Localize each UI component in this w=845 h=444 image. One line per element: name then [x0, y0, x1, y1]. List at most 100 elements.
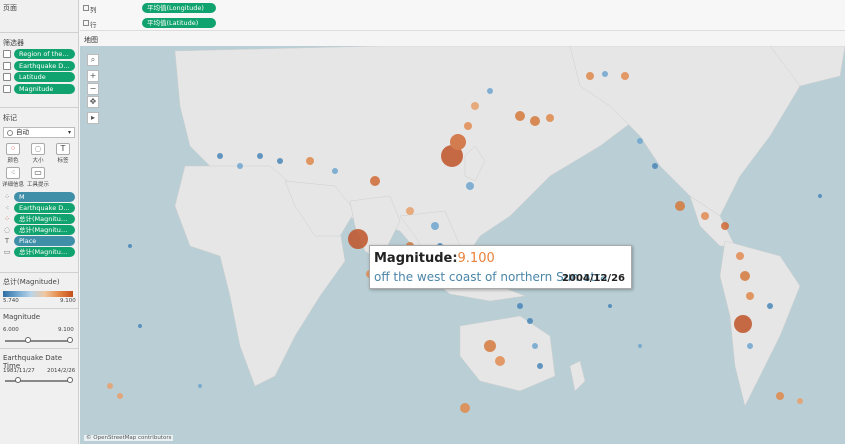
quake-point[interactable]	[532, 343, 538, 349]
filter-label: Region of the W...	[14, 49, 75, 59]
filter-label: Magnitude	[14, 84, 75, 94]
label-button-label: 标签	[57, 158, 69, 164]
quake-point[interactable]	[306, 157, 314, 165]
columns-pill[interactable]: 平均值(Longitude)	[142, 3, 216, 13]
quake-point[interactable]	[117, 393, 123, 399]
tooltip-button[interactable]: ▭ 工具提示	[27, 166, 49, 188]
quake-point[interactable]	[237, 163, 243, 169]
quake-point[interactable]	[198, 384, 202, 388]
quake-point[interactable]	[621, 72, 629, 80]
mark-field-pill: M	[14, 192, 75, 202]
date-slider[interactable]	[5, 377, 73, 383]
columns-label: 列	[90, 6, 97, 14]
quake-point[interactable]	[546, 114, 554, 122]
quake-point[interactable]	[217, 153, 223, 159]
mark-field-row[interactable]: ⁘ M	[3, 192, 75, 202]
quake-point[interactable]	[675, 201, 685, 211]
rows-pill[interactable]: 平均值(Latitude)	[142, 18, 216, 28]
quake-point[interactable]	[487, 88, 493, 94]
filter-earthquake-date[interactable]: Earthquake Date...	[3, 61, 75, 71]
quake-point[interactable]	[527, 318, 533, 324]
magnitude-max-label: 9.100	[58, 327, 74, 333]
quake-point[interactable]	[537, 363, 543, 369]
detail-icon: ⁖	[4, 204, 10, 212]
quake-point[interactable]	[776, 392, 784, 400]
filter-region[interactable]: Region of the W...	[3, 49, 75, 59]
color-button[interactable]: ⁘ 颜色	[2, 142, 24, 164]
tableau-workspace: 页面 筛选器 Region of the W... Earthquake Dat…	[0, 0, 845, 444]
quake-point[interactable]	[466, 182, 474, 190]
quake-point[interactable]	[530, 116, 540, 126]
divider	[0, 308, 79, 309]
mark-field-row[interactable]: ⁘ 总计(Magnitud...	[3, 214, 75, 224]
columns-icon	[83, 5, 89, 11]
quake-point[interactable]	[747, 343, 753, 349]
quake-point[interactable]	[767, 303, 773, 309]
quake-point[interactable]	[484, 340, 496, 352]
slider-handle-min[interactable]	[15, 377, 21, 383]
size-button[interactable]: ◌ 大小	[27, 142, 49, 164]
color-button-label: 颜色	[7, 158, 19, 164]
map-attribution[interactable]: © OpenStreetMap contributors	[84, 435, 174, 441]
quake-point[interactable]	[736, 252, 744, 260]
mark-field-row[interactable]: T Place	[3, 236, 75, 246]
mark-field-pill: Earthquake Da...	[14, 203, 75, 213]
mark-field-row[interactable]: ▭ 总计(Magnitud...	[3, 247, 75, 257]
quake-point[interactable]	[602, 71, 608, 77]
label-button[interactable]: T 标签	[52, 142, 74, 164]
tooltip-button-label: 工具提示	[27, 182, 50, 188]
detail-icon: ⁖	[6, 167, 20, 179]
divider	[0, 32, 79, 33]
quake-point[interactable]	[721, 222, 729, 230]
quake-point[interactable]	[277, 158, 283, 164]
quake-point[interactable]	[332, 168, 338, 174]
mark-type-dropdown[interactable]: 自动 ▾	[3, 127, 75, 138]
quake-point[interactable]	[638, 344, 642, 348]
quake-point[interactable]	[406, 207, 414, 215]
mark-field-row[interactable]: ⁖ Earthquake Da...	[3, 203, 75, 213]
quake-point[interactable]	[797, 398, 803, 404]
quake-point[interactable]	[128, 244, 132, 248]
quake-point[interactable]	[517, 303, 523, 309]
quake-point[interactable]	[701, 212, 709, 220]
mark-field-pill: 总计(Magnitud...	[14, 247, 75, 257]
quake-point[interactable]	[138, 324, 142, 328]
quake-point[interactable]	[370, 176, 380, 186]
slider-handle-min[interactable]	[25, 337, 31, 343]
quake-point[interactable]	[495, 356, 505, 366]
quake-point-sumatra[interactable]	[348, 229, 368, 249]
quake-point[interactable]	[464, 122, 472, 130]
detail-button-label: 详细信息	[2, 182, 25, 188]
quake-point[interactable]	[107, 383, 113, 389]
quake-point[interactable]	[586, 72, 594, 80]
color-legend-min: 5.740	[3, 298, 19, 304]
quake-point[interactable]	[740, 271, 750, 281]
color-legend-title: 总计(Magnitude)	[3, 278, 60, 286]
filter-magnitude[interactable]: Magnitude	[3, 84, 75, 94]
tooltip-icon: ▭	[3, 248, 11, 256]
quake-point[interactable]	[515, 111, 525, 121]
quake-point[interactable]	[608, 304, 612, 308]
quake-point[interactable]	[746, 292, 754, 300]
filter-latitude[interactable]: Latitude	[3, 72, 75, 82]
quake-point[interactable]	[652, 163, 658, 169]
quake-point[interactable]	[257, 153, 263, 159]
magnitude-slider[interactable]	[5, 337, 73, 343]
filter-icon	[3, 85, 11, 93]
quake-point[interactable]	[460, 403, 470, 413]
quake-point[interactable]	[450, 134, 466, 150]
tooltip-date: 2004/12/26	[562, 273, 625, 284]
columns-shelf[interactable]: 列 平均值(Longitude)	[80, 0, 845, 16]
quake-point[interactable]	[734, 315, 752, 333]
quake-point[interactable]	[818, 194, 822, 198]
mark-field-row[interactable]: ◌ 总计(Magnitud...	[3, 225, 75, 235]
quake-point[interactable]	[471, 102, 479, 110]
slider-handle-max[interactable]	[67, 337, 73, 343]
quake-point[interactable]	[431, 222, 439, 230]
quake-point[interactable]	[637, 138, 643, 144]
divider	[0, 348, 79, 349]
detail-button[interactable]: ⁖ 详细信息	[2, 166, 24, 188]
slider-handle-max[interactable]	[67, 377, 73, 383]
tooltip-line-1: Magnitude:9.100	[374, 251, 495, 266]
rows-shelf[interactable]: 行 平均值(Latitude)	[80, 15, 845, 31]
